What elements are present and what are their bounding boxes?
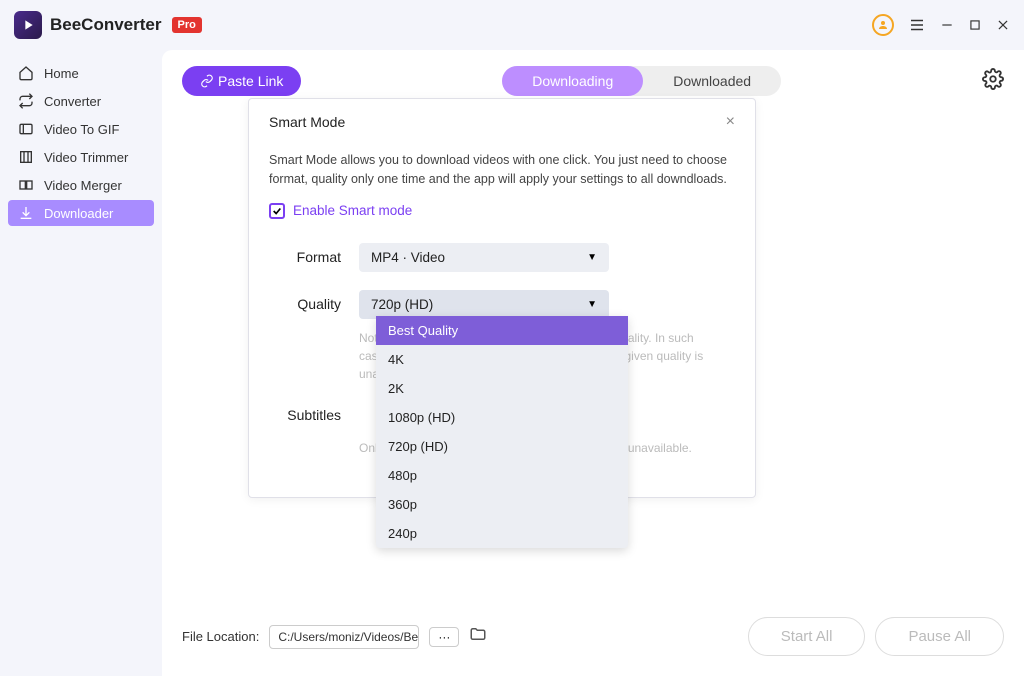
subtitles-label: Subtitles xyxy=(269,401,359,423)
sidebar-item-converter[interactable]: Converter xyxy=(8,88,154,114)
quality-option[interactable]: Best Quality xyxy=(376,316,628,345)
merger-icon xyxy=(18,177,34,193)
open-folder-icon[interactable] xyxy=(469,625,487,648)
app-logo xyxy=(14,11,42,39)
enable-smart-mode-label: Enable Smart mode xyxy=(293,203,412,218)
gif-icon xyxy=(18,121,34,137)
titlebar: BeeConverter Pro xyxy=(0,0,1024,50)
tab-downloading[interactable]: Downloading xyxy=(502,66,643,96)
chevron-down-icon: ▼ xyxy=(587,252,597,263)
quality-label: Quality xyxy=(269,290,359,312)
pause-all-button[interactable]: Pause All xyxy=(875,617,1004,656)
pro-badge: Pro xyxy=(172,17,202,33)
format-select[interactable]: MP4 · Video ▼ xyxy=(359,243,609,272)
modal-title: Smart Mode xyxy=(269,114,345,130)
trimmer-icon xyxy=(18,149,34,165)
sidebar-item-label: Home xyxy=(44,66,79,81)
menu-icon[interactable] xyxy=(908,16,926,34)
quality-option[interactable]: 480p xyxy=(376,461,628,490)
close-icon[interactable] xyxy=(996,18,1010,32)
quality-option[interactable]: 2K xyxy=(376,374,628,403)
quality-option[interactable]: 720p (HD) xyxy=(376,432,628,461)
brand: BeeConverter Pro xyxy=(14,11,202,39)
enable-smart-mode-checkbox[interactable] xyxy=(269,203,285,219)
quality-option[interactable]: 240p xyxy=(376,519,628,548)
modal-close-icon[interactable]: × xyxy=(726,113,735,131)
brand-name: BeeConverter xyxy=(50,15,162,35)
home-icon xyxy=(18,65,34,81)
quality-option[interactable]: 1080p (HD) xyxy=(376,403,628,432)
user-icon[interactable] xyxy=(872,14,894,36)
sidebar-item-home[interactable]: Home xyxy=(8,60,154,86)
tabs: Downloading Downloaded xyxy=(502,66,781,96)
quality-dropdown: Best Quality 4K 2K 1080p (HD) 720p (HD) … xyxy=(376,316,628,548)
quality-select[interactable]: 720p (HD) ▼ xyxy=(359,290,609,319)
modal-description: Smart Mode allows you to download videos… xyxy=(269,151,735,189)
modal-header: Smart Mode × xyxy=(249,99,755,145)
sidebar-item-trimmer[interactable]: Video Trimmer xyxy=(8,144,154,170)
format-label: Format xyxy=(269,243,359,265)
paste-link-button[interactable]: Paste Link xyxy=(182,66,301,96)
sidebar-item-label: Converter xyxy=(44,94,101,109)
quality-option[interactable]: 360p xyxy=(376,490,628,519)
start-all-button[interactable]: Start All xyxy=(748,617,866,656)
content-topbar: Paste Link Downloading Downloaded xyxy=(182,66,1004,96)
sidebar: Home Converter Video To GIF Video Trimme… xyxy=(0,50,162,676)
sidebar-item-label: Video Trimmer xyxy=(44,150,128,165)
sidebar-item-videotogif[interactable]: Video To GIF xyxy=(8,116,154,142)
footer: File Location: C:/Users/moniz/Videos/Be … xyxy=(182,607,1004,660)
sidebar-item-label: Downloader xyxy=(44,206,113,221)
maximize-icon[interactable] xyxy=(968,18,982,32)
paste-link-label: Paste Link xyxy=(218,73,283,89)
window-controls xyxy=(872,14,1010,36)
quality-value: 720p (HD) xyxy=(371,297,433,312)
chevron-down-icon: ▼ xyxy=(587,299,597,310)
sidebar-item-downloader[interactable]: Downloader xyxy=(8,200,154,226)
minimize-icon[interactable] xyxy=(940,18,954,32)
tab-downloaded[interactable]: Downloaded xyxy=(643,66,781,96)
file-location-label: File Location: xyxy=(182,629,259,644)
download-icon xyxy=(18,205,34,221)
sidebar-item-merger[interactable]: Video Merger xyxy=(8,172,154,198)
settings-icon[interactable] xyxy=(982,68,1004,95)
browse-button[interactable]: ··· xyxy=(429,627,459,647)
format-value: MP4 · Video xyxy=(371,250,445,265)
converter-icon xyxy=(18,93,34,109)
sidebar-item-label: Video To GIF xyxy=(44,122,119,137)
sidebar-item-label: Video Merger xyxy=(44,178,122,193)
file-location-path[interactable]: C:/Users/moniz/Videos/Be xyxy=(269,625,419,649)
quality-option[interactable]: 4K xyxy=(376,345,628,374)
